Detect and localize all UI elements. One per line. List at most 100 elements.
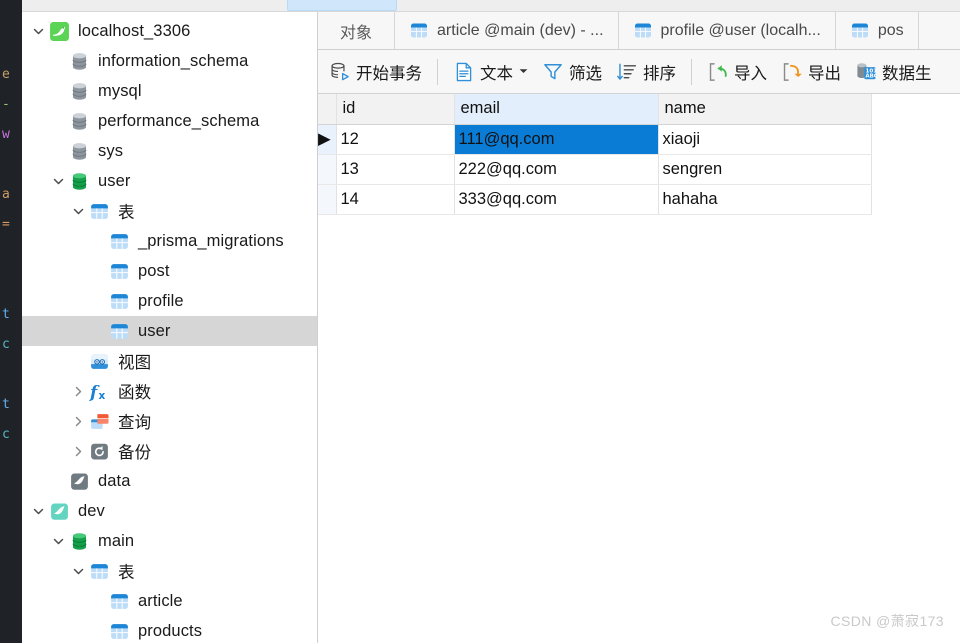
toolbar-button-text-doc[interactable]: 文本 xyxy=(446,55,535,89)
import-icon xyxy=(707,61,729,83)
tree-item-[interactable]: f x 函数 xyxy=(22,376,317,406)
table-icon xyxy=(409,21,429,41)
toolbar-button-export[interactable]: 导出 xyxy=(774,55,848,89)
tree-item-label: products xyxy=(138,621,203,640)
tree-item-user[interactable]: user xyxy=(22,166,317,196)
tree-item-label: sys xyxy=(98,141,124,160)
tree-item-[interactable]: 备份 xyxy=(22,436,317,466)
view-icon xyxy=(88,350,110,372)
grid-cell[interactable]: hahaha xyxy=(658,184,872,215)
tree-item-profile[interactable]: profile xyxy=(22,286,317,316)
table-icon xyxy=(850,21,870,41)
toolbar-button-sort[interactable]: 排序 xyxy=(609,55,683,89)
tree-item-label: 函数 xyxy=(118,384,152,402)
chevron-down-icon[interactable] xyxy=(48,175,68,188)
backup-icon xyxy=(88,440,110,462)
object-tree-pane[interactable]: localhost_3306 information_schemamysql per… xyxy=(22,12,318,643)
tab-3[interactable]: pos xyxy=(835,12,919,49)
tree-item-_prisma_migrations[interactable]: _prisma_migrations xyxy=(22,226,317,256)
tree-item-performance_schema[interactable]: performance_schema xyxy=(22,106,317,136)
chevron-down-icon[interactable] xyxy=(519,67,528,76)
toolbar-button-label: 导入 xyxy=(734,64,767,83)
tree-item-[interactable]: 查询 xyxy=(22,406,317,436)
grid-cell[interactable]: 13 xyxy=(336,154,455,185)
tab-2[interactable]: profile @user (localh... xyxy=(618,12,836,49)
chevron-down-icon[interactable] xyxy=(28,25,48,38)
grid-column-header[interactable]: id xyxy=(336,94,455,125)
tree-item-[interactable]: 表 xyxy=(22,556,317,586)
toolbar-button-begin-transaction[interactable]: 开始事务 xyxy=(322,55,429,89)
database-green-icon xyxy=(68,530,90,552)
svg-text:ABC: ABC xyxy=(865,73,877,79)
table-row[interactable]: ▶ 12 111@qq.com xiaoji xyxy=(318,124,872,155)
tab-1[interactable]: article @main (dev) - ... xyxy=(395,12,619,49)
tab-objects[interactable]: 对象 xyxy=(318,12,396,49)
grid-column-header[interactable]: name xyxy=(658,94,872,125)
chevron-right-icon[interactable] xyxy=(68,415,88,428)
tree-item-localhost_3306[interactable]: localhost_3306 xyxy=(22,16,317,46)
grid-cell[interactable]: 12 xyxy=(336,124,455,155)
toolbar-button-import[interactable]: 导入 xyxy=(700,55,774,89)
grid-cell[interactable]: 14 xyxy=(336,184,455,215)
tree-item-label: _prisma_migrations xyxy=(138,231,284,250)
chevron-down-icon[interactable] xyxy=(68,205,88,218)
chevron-down-icon[interactable] xyxy=(48,535,68,548)
grid-header-row: id email name xyxy=(318,94,872,125)
tree-item-products[interactable]: products xyxy=(22,616,317,643)
tree-item-user[interactable]: user xyxy=(22,316,317,346)
tab-label: pos xyxy=(877,21,904,39)
grid-cell[interactable]: 111@qq.com xyxy=(454,124,659,155)
grid-cell[interactable]: 333@qq.com xyxy=(454,184,659,215)
table-row[interactable]: 13 222@qq.com sengren xyxy=(318,154,872,185)
chevron-right-icon[interactable] xyxy=(68,385,88,398)
tree-item-label: localhost_3306 xyxy=(78,21,191,40)
tree-item-[interactable]: 视图 xyxy=(22,346,317,376)
tree-item-data[interactable]: data xyxy=(22,466,317,496)
query-icon xyxy=(88,410,110,432)
database-grey-icon xyxy=(68,140,90,162)
tree-item-sys[interactable]: sys xyxy=(22,136,317,166)
table-row[interactable]: 14 333@qq.com hahaha xyxy=(318,184,872,215)
toolbar-separator xyxy=(437,58,438,85)
table-folder-icon xyxy=(88,560,110,582)
tree-item-post[interactable]: post xyxy=(22,256,317,286)
tree-item-label: main xyxy=(98,531,135,550)
current-row-marker: ▶ xyxy=(318,129,331,148)
tree-item-information_schema[interactable]: information_schema xyxy=(22,46,317,76)
row-indicator[interactable] xyxy=(318,184,337,215)
tree-item-dev[interactable]: dev xyxy=(22,496,317,526)
tab-bar[interactable]: 对象 article @main (dev) - ... profile @user… xyxy=(318,12,960,50)
toolbar-button-label: 排序 xyxy=(643,64,676,83)
data-grid-wrapper[interactable]: id email name ▶ 12 111@qq.com xiaoji 13 222@qq.c… xyxy=(318,94,960,643)
table-icon xyxy=(108,620,130,642)
tree-item-[interactable]: 表 xyxy=(22,196,317,226)
grid-toolbar[interactable]: 开始事务 文本 筛选 排序 导入 导出 101 ABC 数据生 xyxy=(318,50,960,94)
tree-item-mysql[interactable]: mysql xyxy=(22,76,317,106)
grid-cell[interactable]: sengren xyxy=(658,154,872,185)
grid-column-header[interactable]: email xyxy=(454,94,659,125)
grid-cell[interactable]: xiaoji xyxy=(658,124,872,155)
data-grid[interactable]: id email name ▶ 12 111@qq.com xiaoji 13 222@qq.c… xyxy=(318,94,872,215)
background-browser-tab[interactable] xyxy=(287,0,397,11)
tree-item-main[interactable]: main xyxy=(22,526,317,556)
tree-item-label: information_schema xyxy=(98,51,249,70)
toolbar-button-filter-funnel[interactable]: 筛选 xyxy=(535,55,609,89)
chevron-down-icon[interactable] xyxy=(28,505,48,518)
tab-label: profile @user (localh... xyxy=(660,21,821,39)
navicat-window: e - w a = t c t c localhost_3306 informat… xyxy=(0,0,960,643)
tree-item-article[interactable]: article xyxy=(22,586,317,616)
svg-text:x: x xyxy=(98,389,105,401)
row-indicator[interactable] xyxy=(318,154,337,185)
tree-item-label: 表 xyxy=(118,564,135,582)
chevron-down-icon[interactable] xyxy=(68,565,88,578)
toolbar-button-data-generate[interactable]: 101 ABC 数据生 xyxy=(848,55,939,89)
chevron-right-icon[interactable] xyxy=(68,445,88,458)
row-indicator[interactable]: ▶ xyxy=(318,124,337,155)
toolbar-separator xyxy=(691,58,692,85)
grid-cell[interactable]: 222@qq.com xyxy=(454,154,659,185)
